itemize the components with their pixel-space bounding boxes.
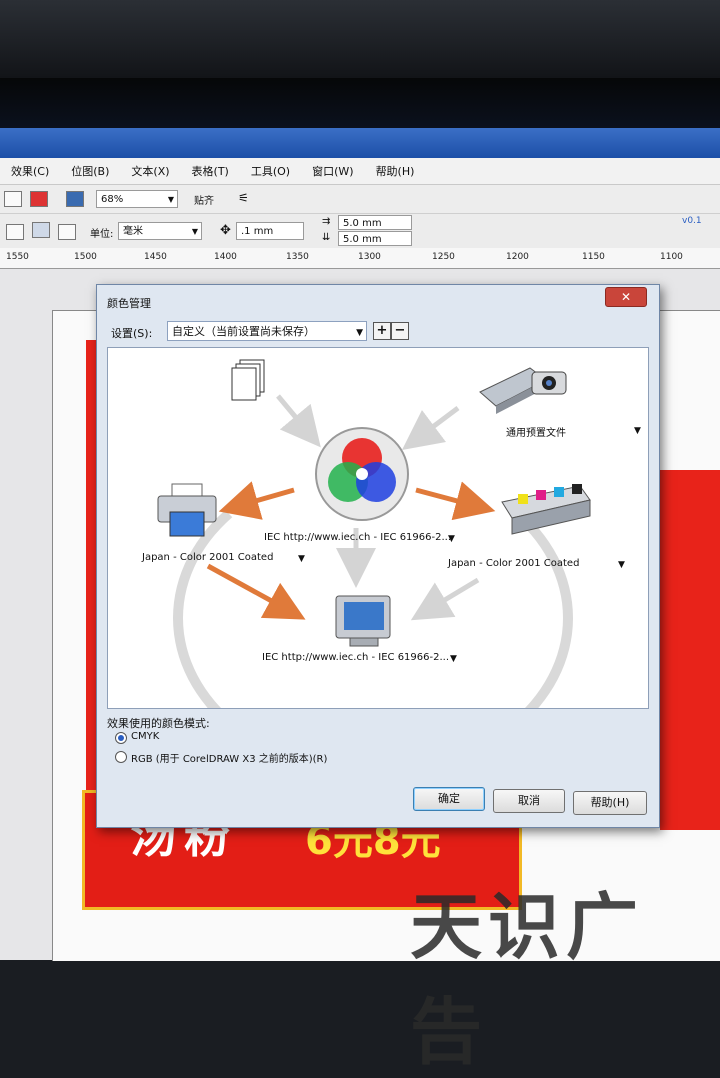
menu-help[interactable]: 帮助(H) xyxy=(365,163,426,179)
settings-value: 自定义（当前设置尚未保存） xyxy=(172,325,315,338)
cmyk-radio[interactable] xyxy=(115,732,127,744)
app-titlebar xyxy=(0,128,720,158)
help-button[interactable]: 帮助(H) xyxy=(573,791,647,815)
cmyk-radio-label[interactable]: CMYK xyxy=(131,731,159,742)
color-mode-label: 效果使用的颜色模式: xyxy=(107,717,210,730)
composite-dropdown-icon[interactable]: ▼ xyxy=(448,534,455,544)
documents-icon[interactable] xyxy=(230,358,270,402)
menu-bitmaps[interactable]: 位图(B) xyxy=(60,163,120,179)
monitor-icon[interactable] xyxy=(332,592,396,650)
ruler-tick: 1550 xyxy=(6,252,29,262)
ruler-tick: 1350 xyxy=(286,252,309,262)
menu-effects[interactable]: 效果(C) xyxy=(0,163,60,179)
zoom-select[interactable]: 68% ▼ xyxy=(96,190,178,208)
source-dropdown-icon[interactable]: ▼ xyxy=(634,426,641,436)
ruler-tick: 1300 xyxy=(358,252,381,262)
color-management-dialog: 颜色管理 ✕ 设置(S): 自定义（当前设置尚未保存） ▼ + − 通用预置文件… xyxy=(96,284,660,828)
nudge-value: .1 mm xyxy=(241,226,274,237)
ruler-tick: 1250 xyxy=(432,252,455,262)
dup-y-value: 5.0 mm xyxy=(343,234,382,245)
nudge-distance-field[interactable]: .1 mm xyxy=(236,222,304,240)
options-icon[interactable]: ⚟ xyxy=(238,191,254,205)
close-button[interactable]: ✕ xyxy=(605,287,647,307)
version-badge: v0.1 xyxy=(682,216,702,226)
monitor-profile-label: IEC http://www.iec.ch - IEC 61966-2... xyxy=(262,652,450,663)
add-preset-button[interactable]: + xyxy=(373,322,391,340)
duplicate-x-field[interactable]: 5.0 mm xyxy=(338,215,412,230)
menu-bar: 效果(C) 位图(B) 文本(X) 表格(T) 工具(O) 窗口(W) 帮助(H… xyxy=(0,158,720,185)
chevron-down-icon: ▼ xyxy=(356,328,363,338)
settings-select[interactable]: 自定义（当前设置尚未保存） ▼ xyxy=(167,321,367,341)
ruler-tick: 1200 xyxy=(506,252,529,262)
dup-y-icon: ⇊ xyxy=(322,232,331,243)
poster-red-strip xyxy=(660,470,720,830)
press-profile-label: Japan - Color 2001 Coated xyxy=(448,558,580,569)
nudge-icon: ✥ xyxy=(220,223,231,238)
poster-watermark: 天识广告 xyxy=(410,885,645,1074)
printer-profile-label: Japan - Color 2001 Coated xyxy=(142,552,274,563)
chevron-down-icon: ▼ xyxy=(167,195,174,204)
bullet-icon[interactable] xyxy=(4,191,22,207)
duplicate-y-field[interactable]: 5.0 mm xyxy=(338,231,412,246)
app-launcher-icon[interactable] xyxy=(66,191,84,207)
units-label: 单位: xyxy=(90,229,114,240)
dialog-title: 颜色管理 xyxy=(107,297,151,310)
all-pages-icon[interactable] xyxy=(32,222,50,238)
ruler-tick: 1400 xyxy=(214,252,237,262)
units-select[interactable]: 毫米 ▼ xyxy=(118,222,202,240)
ok-button[interactable]: 确定 xyxy=(413,787,485,811)
printer-dropdown-icon[interactable]: ▼ xyxy=(298,554,305,564)
zoom-value: 68% xyxy=(101,194,124,205)
menu-table[interactable]: 表格(T) xyxy=(181,163,240,179)
property-bar: 单位: 毫米 ▼ ✥ .1 mm ⇉ 5.0 mm ⇊ 5.0 mm v0.1 xyxy=(0,214,720,249)
color-flow-diagram: 通用预置文件 ▼ IEC http://www.iec.ch - IEC 619… xyxy=(107,347,649,709)
printer-icon[interactable] xyxy=(152,480,222,540)
snap-to-label[interactable]: 贴齐 xyxy=(194,192,214,207)
plus-icon: + xyxy=(376,323,388,338)
ruler-tick: 1100 xyxy=(660,252,683,262)
monitor-bezel xyxy=(0,0,720,78)
close-icon: ✕ xyxy=(620,290,632,304)
menu-text[interactable]: 文本(X) xyxy=(120,163,180,179)
export-icon[interactable] xyxy=(30,191,48,207)
printing-press-icon[interactable] xyxy=(496,476,596,540)
landscape-icon[interactable] xyxy=(6,224,24,240)
ruler-tick: 1450 xyxy=(144,252,167,262)
rgb-radio-label[interactable]: RGB (用于 CorelDRAW X3 之前的版本)(R) xyxy=(131,750,327,765)
dup-x-value: 5.0 mm xyxy=(343,218,382,229)
remove-preset-button[interactable]: − xyxy=(391,322,409,340)
chevron-down-icon: ▼ xyxy=(191,227,198,236)
scanner-camera-icon[interactable] xyxy=(476,358,572,418)
dup-x-icon: ⇉ xyxy=(322,216,331,227)
settings-label: 设置(S): xyxy=(111,327,153,340)
current-page-icon[interactable] xyxy=(58,224,76,240)
rgb-radio[interactable] xyxy=(115,751,127,763)
color-wheel-icon[interactable] xyxy=(314,426,410,522)
standard-toolbar: 68% ▼ 贴齐 ⚟ xyxy=(0,185,720,214)
menu-window[interactable]: 窗口(W) xyxy=(301,163,364,179)
horizontal-ruler[interactable]: 1550 1500 1450 1400 1350 1300 1250 1200 … xyxy=(0,248,720,269)
cancel-button[interactable]: 取消 xyxy=(493,789,565,813)
units-value: 毫米 xyxy=(123,226,143,237)
monitor-dropdown-icon[interactable]: ▼ xyxy=(450,654,457,664)
composite-profile-label: IEC http://www.iec.ch - IEC 61966-2... xyxy=(264,532,452,543)
menu-tools[interactable]: 工具(O) xyxy=(240,163,301,179)
ruler-tick: 1150 xyxy=(582,252,605,262)
source-profile-label: 通用预置文件 xyxy=(506,428,566,439)
press-dropdown-icon[interactable]: ▼ xyxy=(618,560,625,570)
minus-icon: − xyxy=(394,323,406,338)
ruler-tick: 1500 xyxy=(74,252,97,262)
